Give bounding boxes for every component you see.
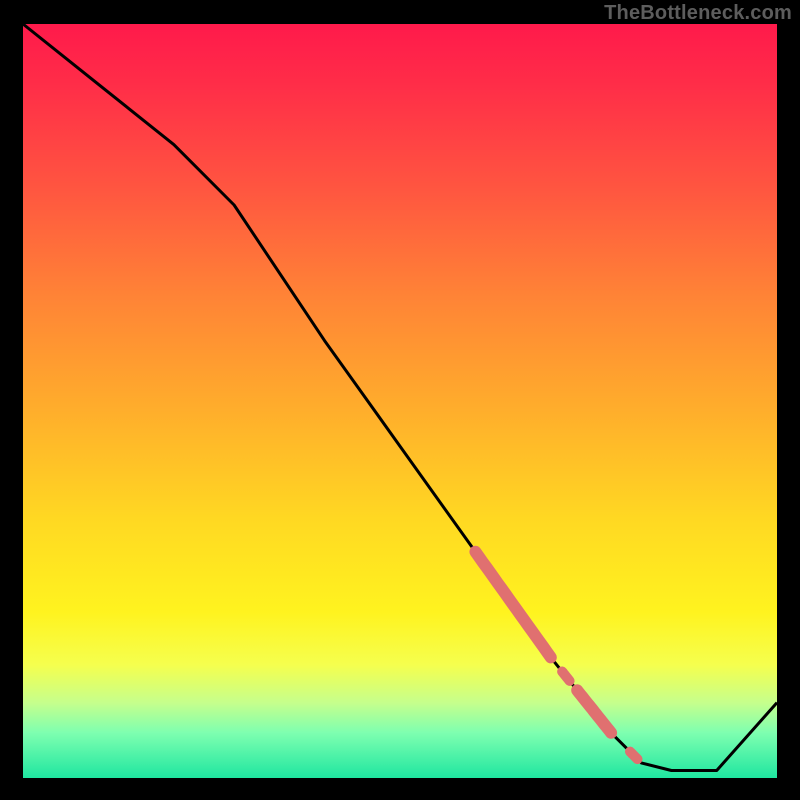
marker-layer [475, 552, 637, 759]
chart-svg [23, 24, 777, 778]
curve-marker [577, 690, 611, 733]
curve-marker [630, 752, 638, 760]
curve-marker [475, 552, 550, 658]
curve-layer [23, 24, 777, 771]
chart-frame [23, 24, 777, 778]
curve-marker [562, 672, 570, 681]
bottleneck-curve [23, 24, 777, 771]
watermark-text: TheBottleneck.com [604, 2, 792, 25]
